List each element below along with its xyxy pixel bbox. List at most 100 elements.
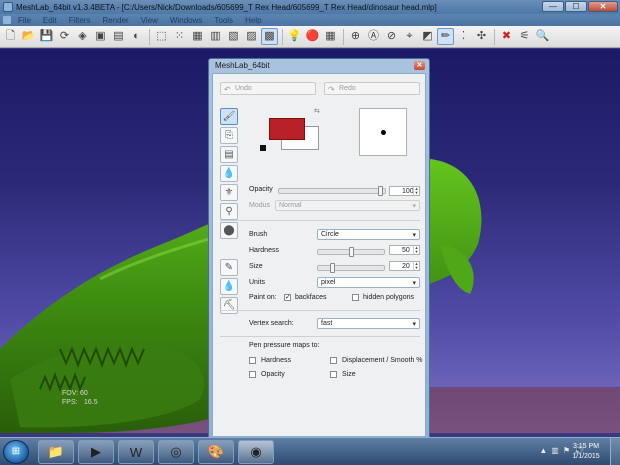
meshlab-taskbar-icon[interactable]: ◉ [238,440,274,464]
hardness-spinbox[interactable]: 50 ▲ ▼ [389,245,420,255]
opacity-slider[interactable] [278,186,386,196]
open-project-icon[interactable]: 📂 [20,28,37,45]
select-faces-icon[interactable]: ◩ [419,28,436,45]
trackball-icon[interactable]: ⊕ [347,28,364,45]
filter-options-icon[interactable]: ⚟ [516,28,533,45]
reload-icon[interactable]: ⟳ [56,28,73,45]
points-icon[interactable]: ⁙ [171,28,188,45]
hardness-slider-thumb[interactable] [349,247,354,257]
pressure-size-label: Size [342,371,356,378]
stamp-tool-icon[interactable]: ⚜ [220,184,238,201]
texture-icon[interactable]: ▦ [322,28,339,45]
opacity-spinbox[interactable]: 100 ▲ ▼ [389,186,420,196]
spin-arrows-icon[interactable]: ▲ ▼ [413,187,419,195]
search-icon[interactable]: 🔍 [534,28,551,45]
foreground-color-swatch[interactable] [269,118,305,140]
align-icon[interactable]: Ⓐ [365,28,382,45]
spin-arrows-icon[interactable]: ▲ ▼ [413,262,419,270]
flat-shading-icon[interactable]: ▨ [243,28,260,45]
media-player-taskbar-icon[interactable]: ▶ [78,440,114,464]
units-select[interactable]: pixel ▾ [317,277,420,288]
start-button[interactable]: ⊞ [3,440,29,464]
size-slider-thumb[interactable] [330,263,335,273]
color-icon[interactable]: 🔴 [304,28,321,45]
brush-select[interactable]: Circle ▾ [317,229,420,240]
menu-view[interactable]: View [135,16,164,25]
save-project-icon[interactable]: 💾 [38,28,55,45]
size-slider[interactable] [317,263,385,273]
undo-button[interactable]: ↶ Undo [220,82,316,95]
brush-tool-icon[interactable]: ✎ [220,259,238,276]
backfaces-checkbox[interactable]: ✓ [284,294,291,301]
layer-icon[interactable]: ◐ [128,28,145,45]
gradient-tool-icon[interactable]: ▤ [220,146,238,163]
pressure-displacement-checkbox[interactable] [330,357,337,364]
delete-selection-icon[interactable]: ✖ [498,28,515,45]
fill-tool-icon[interactable]: 💧 [220,165,238,182]
flat-lines-icon[interactable]: ▧ [225,28,242,45]
hidden-polygons-checkbox[interactable] [352,294,359,301]
menu-windows[interactable]: Windows [164,16,208,25]
document-icon[interactable] [3,16,11,24]
noise-tool-icon[interactable]: 💧 [220,278,238,295]
close-button[interactable]: ✕ [588,1,618,12]
paint-on-label: Paint on: [249,294,277,301]
reset-colors-icon[interactable] [260,145,266,151]
opacity-slider-thumb[interactable] [378,186,383,196]
smooth-tool-icon[interactable]: ⬤ [220,222,238,239]
eyedropper-tool-icon[interactable]: ⚲ [220,203,238,220]
pressure-hardness-label: Hardness [261,357,291,364]
displace-tool-icon[interactable]: ⛏ [220,297,238,314]
spin-arrows-icon[interactable]: ▲ ▼ [413,246,419,254]
lighting-icon[interactable]: 💡 [286,28,303,45]
snapshot-icon[interactable]: ▤ [110,28,127,45]
wireframe-icon[interactable]: ▦ [189,28,206,45]
clone-tool-icon[interactable]: ⎘ [220,127,238,144]
export-mesh-icon[interactable]: ▣ [92,28,109,45]
paint-dialog: MeshLab_64bit ✕ ↶ Undo ↷ Redo 🖌 ⎘ ▤ 💧 ⚜ … [208,58,430,440]
select-vertices-icon[interactable]: ⁚ [455,28,472,45]
chevron-down-icon: ▾ [412,203,416,210]
minimize-button[interactable]: — [542,1,564,12]
hidden-polygons-label: hidden polygons [363,294,414,301]
word-taskbar-icon[interactable]: W [118,440,154,464]
menu-render[interactable]: Render [96,16,134,25]
bounding-box-icon[interactable]: ⬚ [153,28,170,45]
swap-colors-icon[interactable]: ⇆ [314,107,320,115]
menu-tools[interactable]: Tools [208,16,239,25]
pen-tool-icon[interactable]: 🖌 [220,108,238,125]
hardness-slider[interactable] [317,247,385,257]
pressure-opacity-checkbox[interactable] [249,371,256,378]
meshlab-app-icon[interactable] [3,2,13,12]
paint-taskbar-icon[interactable]: 🎨 [198,440,234,464]
modus-value: Normal [279,202,302,209]
menu-filters[interactable]: Filters [63,16,97,25]
maximize-button[interactable]: ☐ [565,1,587,12]
tray-chevron-icon[interactable]: ▲ [539,446,547,455]
redo-button[interactable]: ↷ Redo [324,82,420,95]
hidden-lines-icon[interactable]: ▥ [207,28,224,45]
network-icon[interactable]: ▥ [551,446,559,455]
menu-file[interactable]: File [12,16,37,25]
pressure-hardness-checkbox[interactable] [249,357,256,364]
chrome-taskbar-icon[interactable]: ◎ [158,440,194,464]
paint-brush-icon[interactable]: ✏ [437,28,454,45]
backfaces-label: backfaces [295,294,327,301]
smooth-shading-icon[interactable]: ▩ [261,28,278,45]
import-mesh-icon[interactable]: ◈ [74,28,91,45]
show-desktop-button[interactable] [610,438,620,465]
pick-points-icon[interactable]: ⌖ [401,28,418,45]
modus-select[interactable]: Normal ▾ [275,200,420,211]
system-clock[interactable]: 3:15 PM 1/1/2015 [566,442,606,462]
dialog-close-button[interactable]: ✕ [414,61,425,70]
windows-taskbar: ⊞ 📁 ▶ W ◎ 🎨 ◉ ▲ ▥ ⚑ 🔊 3:15 PM 1/1/2015 [0,437,620,465]
vertex-search-select[interactable]: fast ▾ [317,318,420,329]
measure-icon[interactable]: ⊘ [383,28,400,45]
pressure-size-checkbox[interactable] [330,371,337,378]
menu-help[interactable]: Help [239,16,267,25]
new-project-icon[interactable]: 🗋 [2,28,19,45]
explorer-taskbar-icon[interactable]: 📁 [38,440,74,464]
menu-edit[interactable]: Edit [37,16,63,25]
select-connected-icon[interactable]: ✣ [473,28,490,45]
size-spinbox[interactable]: 20 ▲ ▼ [389,261,420,271]
